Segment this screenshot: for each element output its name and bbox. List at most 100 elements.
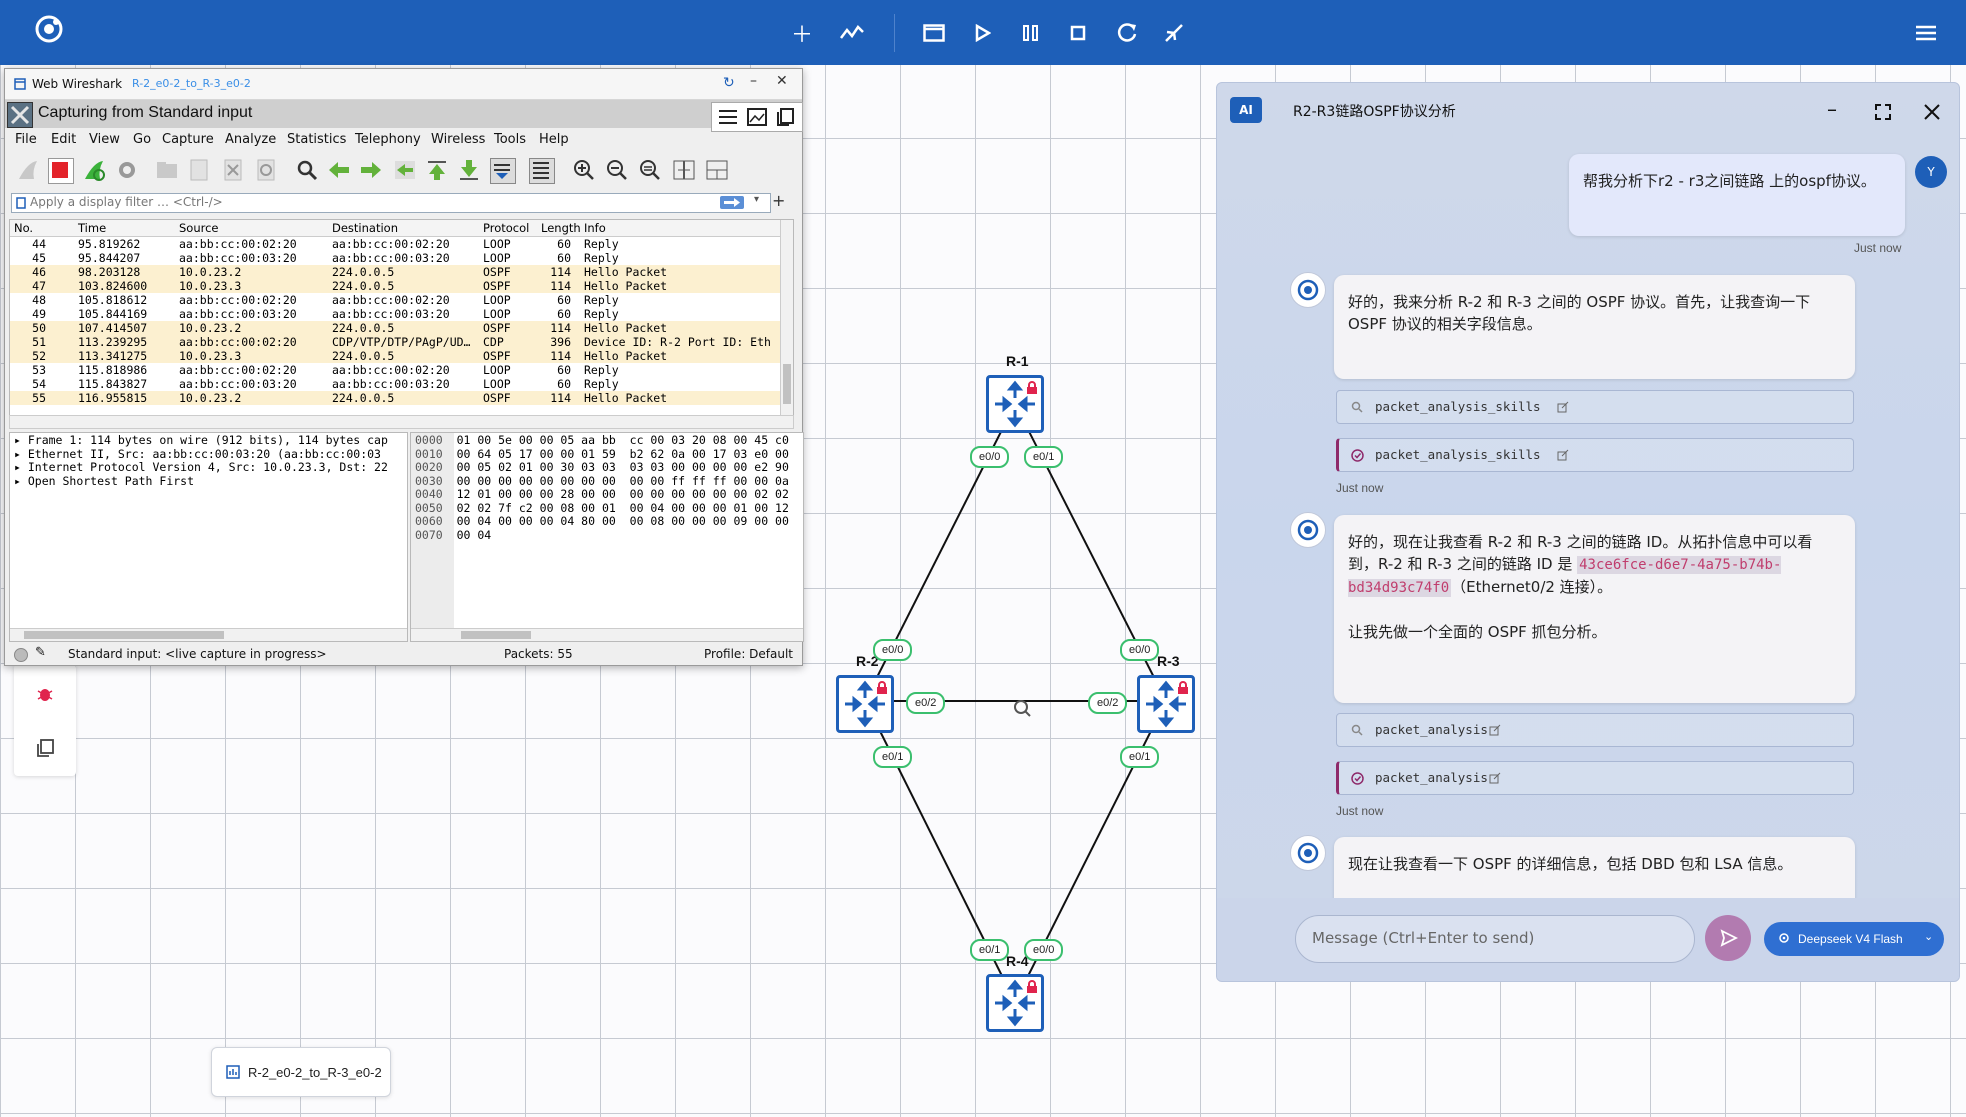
detail-row[interactable]: ▸ Open Shortest Path First [14,474,388,489]
message-input[interactable]: Message (Ctrl+Enter to send) [1295,915,1695,963]
display-filter-input[interactable]: Apply a display filter … <Ctrl-/> ▾ [11,193,771,213]
detail-row[interactable]: ▸ Ethernet II, Src: aa:bb:cc:00:03:20 (a… [14,447,388,462]
port-label[interactable]: e0/0 [1024,939,1064,961]
minimize-icon[interactable]: – [1827,97,1837,121]
add-filter-button[interactable]: + [772,191,785,210]
model-selector[interactable]: Deepseek V4 Flash ⌄ [1764,922,1944,956]
external-link-icon[interactable] [1489,724,1501,736]
packet-row[interactable]: 46 98.203128 10.0.23.2 224.0.0.5 OSPF 114 Hell… [10,265,785,279]
port-label[interactable]: e0/1 [1120,746,1160,768]
tool-call[interactable]: packet_analysis [1336,713,1854,747]
port-label[interactable]: e0/0 [1120,639,1160,661]
port-label[interactable]: e0/0 [873,639,913,661]
restart-capture-icon[interactable] [82,158,106,182]
app-logo-icon[interactable] [34,14,64,44]
send-button[interactable] [1705,915,1751,961]
packet-row[interactable]: 50 107.414507 10.0.23.2 224.0.0.5 OSPF 114 Hel… [10,321,785,335]
external-link-icon[interactable] [1557,401,1569,413]
column-header[interactable]: Time [78,221,106,235]
layout-icon[interactable] [705,158,729,182]
packet-row[interactable]: 53 115.818986 aa:bb:cc:00:02:20 aa:bb:cc:00… [10,363,785,377]
router-r2[interactable] [836,675,894,733]
hex-row[interactable]: 0070 00 04 [415,528,789,543]
port-label[interactable]: e0/1 [970,939,1010,961]
close-icon[interactable]: ✕ [776,73,788,89]
bytes-scrollbar[interactable] [411,628,803,641]
packet-row[interactable]: 47 103.824600 10.0.23.3 224.0.0.5 OSPF 114 Hel… [10,279,785,293]
gear-icon[interactable] [115,158,139,182]
go-to-packet-icon[interactable] [393,158,417,182]
menu-item[interactable]: Help [539,132,569,147]
colorize-icon[interactable] [529,158,555,184]
port-label[interactable]: e0/2 [906,692,946,714]
file-icon[interactable] [187,158,211,182]
wireshark-titlebar[interactable]: Web Wireshark R-2_e0-2_to_R-3_e0-2 ↻ – ✕ [5,69,802,100]
list-icon[interactable] [718,108,738,126]
maximize-icon[interactable] [1875,104,1891,120]
menu-item[interactable]: Analyze [225,132,276,147]
router-r4[interactable] [986,974,1044,1032]
hex-row[interactable]: 0020 00 05 02 01 00 30 03 03 03 03 00 00… [415,460,789,475]
autoscroll-icon[interactable] [490,158,516,184]
router-r3[interactable] [1137,675,1195,733]
copy-icon[interactable] [30,733,60,763]
port-label[interactable]: e0/0 [970,446,1010,468]
packet-list-hscrollbar[interactable] [9,415,794,429]
chevron-down-icon[interactable]: ▾ [754,194,759,205]
reload-icon[interactable] [1111,17,1143,49]
packet-row[interactable]: 49 105.844169 aa:bb:cc:00:03:20 aa:bb:cc:00… [10,307,785,321]
window-icon[interactable] [918,17,950,49]
hex-row[interactable]: 0010 00 64 05 17 00 00 01 59 b2 62 0a 00… [415,447,789,462]
menu-item[interactable]: Statistics [287,132,346,147]
details-scrollbar[interactable] [10,628,407,641]
menu-item[interactable]: Wireless [431,132,485,147]
pause-icon[interactable] [1015,17,1047,49]
router-r1[interactable] [986,375,1044,433]
menu-item[interactable]: Go [133,132,151,147]
menu-item[interactable]: Tools [494,132,526,147]
column-header[interactable]: Destination [332,221,398,235]
tool-call[interactable]: packet_analysis_skills [1336,390,1854,424]
packet-row[interactable]: 51 113.239295 aa:bb:cc:00:02:20 CDP/VTP/DTP… [10,335,785,349]
resize-columns-icon[interactable] [672,158,696,182]
menu-item[interactable]: Telephony [355,132,421,147]
image-icon[interactable] [747,108,767,126]
play-icon[interactable] [967,17,999,49]
packet-row[interactable]: 54 115.843827 aa:bb:cc:00:03:20 aa:bb:cc:00… [10,377,785,391]
packet-row[interactable]: 45 95.844207 aa:bb:cc:00:03:20 aa:bb:cc:00:… [10,251,785,265]
packet-row[interactable]: 55 116.955815 10.0.23.2 224.0.0.5 OSPF 114 Hel… [10,391,785,405]
tool-result[interactable]: packet_analysis_skills [1336,438,1854,472]
port-label[interactable]: e0/1 [1024,446,1064,468]
first-packet-icon[interactable] [425,158,449,182]
detail-row[interactable]: ▸ Internet Protocol Version 4, Src: 10.0… [14,460,388,475]
shark-fin-icon[interactable] [16,158,40,182]
menu-item[interactable]: Edit [51,132,76,147]
stop-icon[interactable] [1062,17,1094,49]
menu-item[interactable]: Capture [162,132,214,147]
copy-icon[interactable] [775,108,795,126]
tool-result[interactable]: packet_analysis [1336,761,1854,795]
close-file-icon[interactable] [221,158,245,182]
plus-icon[interactable]: ＋ [786,17,818,49]
refresh-icon[interactable]: ↻ [723,75,735,91]
hex-row[interactable]: 0000 01 00 5e 00 00 05 aa bb cc 00 03 20… [415,433,789,448]
zoom-in-icon[interactable] [572,158,596,182]
external-link-icon[interactable] [1489,772,1501,784]
reload-file-icon[interactable] [254,158,278,182]
last-packet-icon[interactable] [457,158,481,182]
menu-item[interactable]: File [15,132,37,147]
column-header[interactable]: Source [179,221,219,235]
arrow-right-icon[interactable] [359,158,383,182]
profile-label[interactable]: Profile: Default [704,647,793,661]
apply-filter-icon[interactable] [720,196,744,209]
packet-list-scrollbar[interactable] [780,220,793,415]
bug-icon[interactable] [30,679,60,709]
column-header[interactable]: No. [14,221,33,235]
zoom-out-icon[interactable] [605,158,629,182]
detail-row[interactable]: ▸ Frame 1: 114 bytes on wire (912 bits),… [14,433,388,448]
column-header[interactable]: Info [584,221,606,235]
external-link-icon[interactable] [1557,449,1569,461]
edit-icon[interactable]: ✎ [35,645,46,660]
hex-row[interactable]: 0060 00 04 00 00 00 04 80 00 00 08 00 00… [415,514,789,529]
folder-icon[interactable] [155,158,179,182]
